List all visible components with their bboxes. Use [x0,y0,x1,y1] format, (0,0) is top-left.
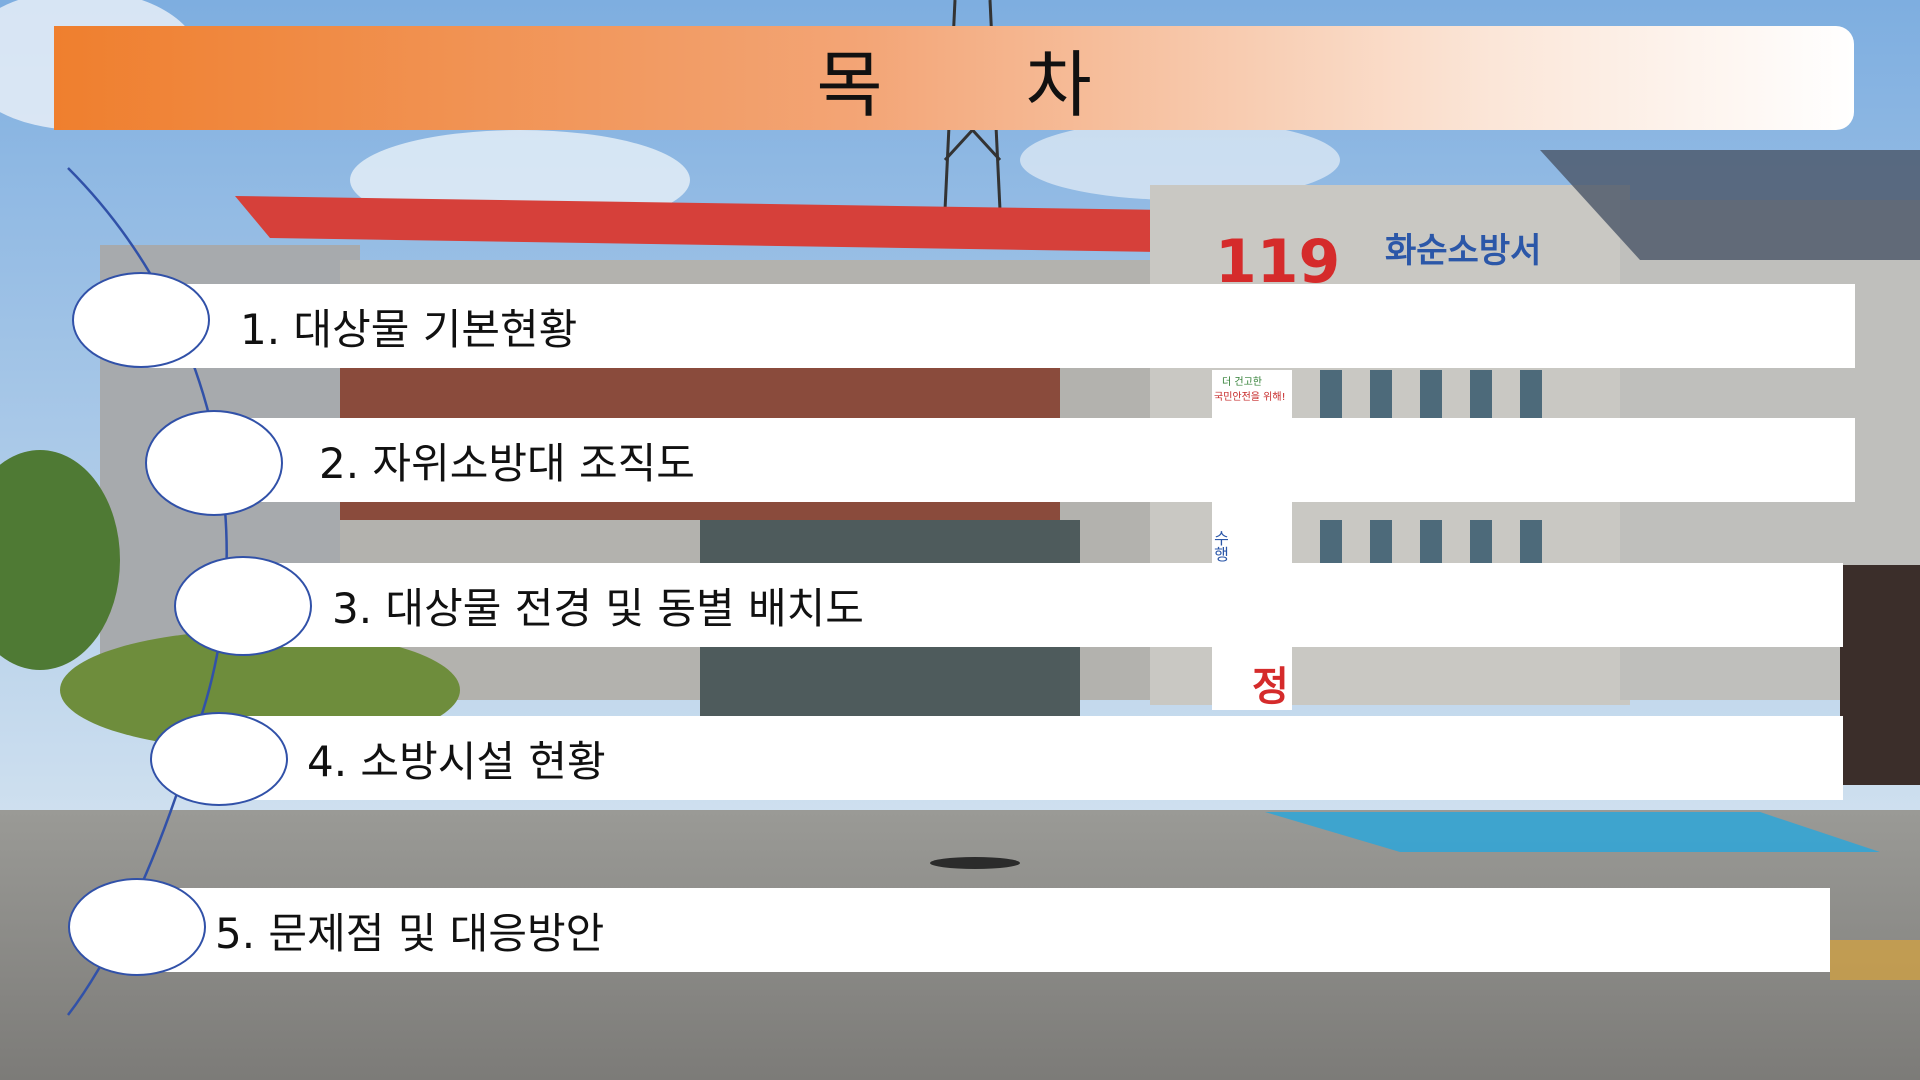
toc-item-label: 3. 대상물 전경 및 동별 배치도 [332,583,864,633]
toc-bullet-5[interactable] [68,878,206,976]
toc-item-label: 5. 문제점 및 대응방안 [215,908,605,958]
title-bar: 목 차 [54,26,1854,130]
banner-small-text: 더 건고한 [1222,376,1262,388]
toc-item-3[interactable]: 3. 대상물 전경 및 동별 배치도 [240,563,1843,647]
toc-item-1[interactable]: 1. 대상물 기본현황 [140,284,1855,368]
toc-bullet-3[interactable] [174,556,312,656]
toc-bullet-4[interactable] [150,712,288,806]
toc-item-5[interactable]: 5. 문제점 및 대응방안 [140,888,1830,972]
banner-small-text-2: 국민안전을 위해! [1214,390,1286,403]
garage-door [1840,565,1920,785]
toc-bullet-2[interactable] [145,410,283,516]
toc-item-label: 2. 자위소방대 조직도 [319,438,695,488]
manhole [930,857,1020,869]
toc-item-2[interactable]: 2. 자위소방대 조직도 [215,418,1855,502]
station-sign-text: 화순소방서 [1385,231,1541,271]
banner-right-text: 정 [1252,664,1289,710]
toc-bullet-1[interactable] [72,272,210,368]
toc-item-4[interactable]: 4. 소방시설 현황 [225,716,1843,800]
slide-title: 목 차 [816,42,1152,127]
yellow-paint [1830,940,1920,980]
